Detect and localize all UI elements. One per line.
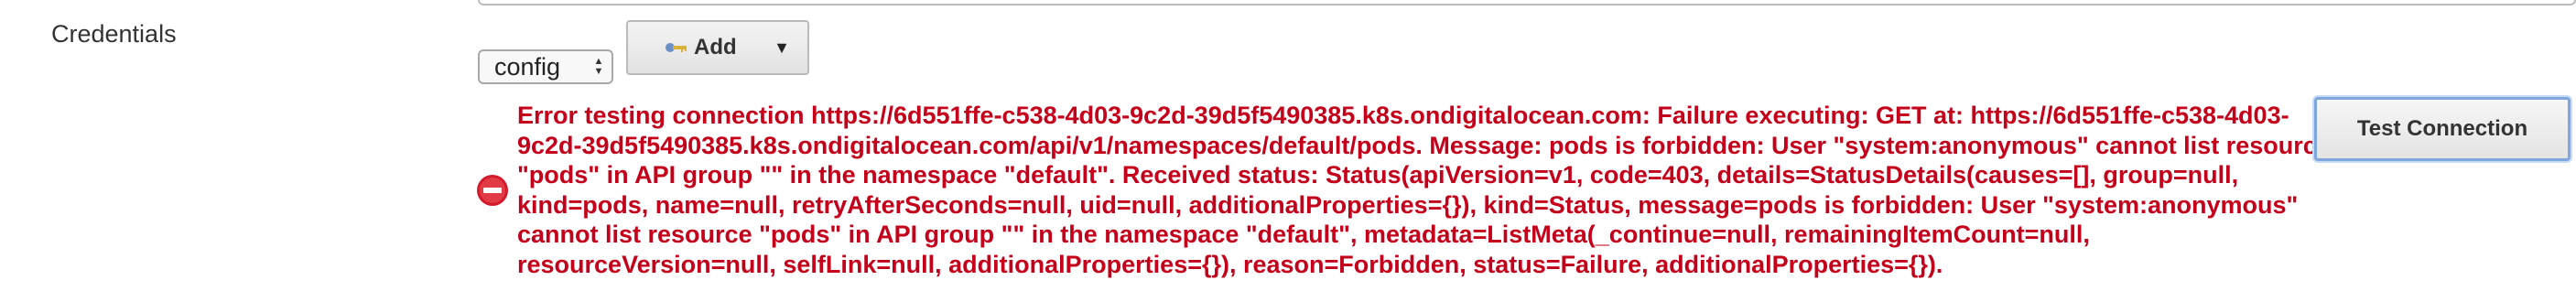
- add-credentials-button[interactable]: Add ▼: [626, 20, 809, 75]
- chevron-down-icon[interactable]: ▼: [756, 22, 807, 73]
- add-credentials-main[interactable]: Add: [628, 22, 756, 73]
- add-button-label: Add: [694, 35, 737, 59]
- key-icon: [666, 43, 687, 52]
- credentials-label: Credentials: [51, 20, 177, 48]
- connection-error-message: Error testing connection https://6d551ff…: [517, 102, 2331, 278]
- credentials-select[interactable]: config ▲ ▼: [478, 49, 613, 84]
- up-down-arrows-icon: ▲ ▼: [593, 56, 604, 77]
- previous-field-input[interactable]: [478, 0, 2576, 5]
- credentials-select-value: config: [494, 52, 561, 81]
- credentials-form-section: Credentials config ▲ ▼ Add ▼ Error testi…: [0, 0, 2576, 291]
- test-connection-button[interactable]: Test Connection: [2314, 97, 2571, 161]
- error-minus-icon: [477, 175, 508, 206]
